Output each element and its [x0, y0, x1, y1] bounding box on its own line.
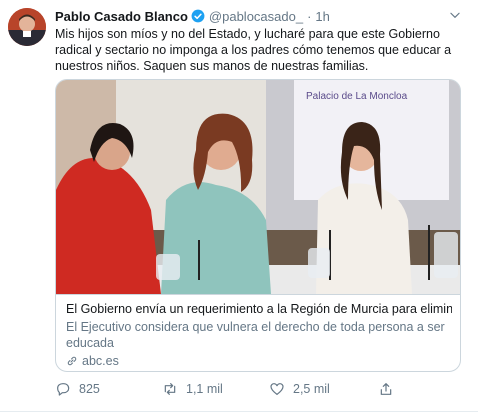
card-title[interactable]: El Gobierno envía un requerimiento a la …	[66, 301, 452, 317]
card-description: El Ejecutivo considera que vulnera el de…	[66, 320, 445, 350]
author-handle[interactable]: @pablocasado_	[209, 9, 303, 24]
tweet-header: Pablo Casado Blanco @pablocasado_ · 1h	[55, 6, 468, 26]
share-icon	[380, 383, 392, 395]
like-button[interactable]: 2,5 mil	[269, 381, 330, 397]
card-body: El Gobierno envía un requerimiento a la …	[56, 294, 460, 371]
retweet-button[interactable]: 1,1 mil	[162, 381, 223, 397]
like-count: 2,5 mil	[293, 382, 330, 396]
tweet[interactable]: Pablo Casado Blanco @pablocasado_ · 1h M…	[0, 0, 478, 412]
like-icon	[270, 383, 284, 395]
author-name[interactable]: Pablo Casado Blanco	[55, 9, 188, 24]
verified-badge-icon	[191, 9, 205, 23]
reply-icon	[57, 383, 70, 396]
reply-button[interactable]: 825	[55, 381, 100, 397]
avatar[interactable]	[8, 8, 46, 46]
tweet-actions: 825 1,1 mil 2,5 mil	[55, 378, 455, 400]
chevron-down-icon[interactable]	[448, 8, 462, 22]
card-image: Palacio de La Moncloa	[56, 80, 460, 294]
tweet-time[interactable]: 1h	[315, 9, 329, 24]
retweet-count: 1,1 mil	[186, 382, 223, 396]
separator-dot: ·	[307, 8, 312, 24]
tweet-text: Mis hijos son míos y no del Estado, y lu…	[55, 27, 452, 73]
share-button[interactable]	[378, 381, 394, 397]
podium-sign-text: Palacio de La Moncloa	[306, 91, 408, 102]
reply-count: 825	[79, 382, 100, 396]
link-card[interactable]: Palacio de La Moncloa El Gobierno envía …	[55, 79, 461, 372]
link-icon	[67, 356, 77, 366]
card-domain-text: abc.es	[82, 354, 119, 368]
card-domain: abc.es	[66, 353, 452, 369]
retweet-icon	[164, 383, 176, 395]
